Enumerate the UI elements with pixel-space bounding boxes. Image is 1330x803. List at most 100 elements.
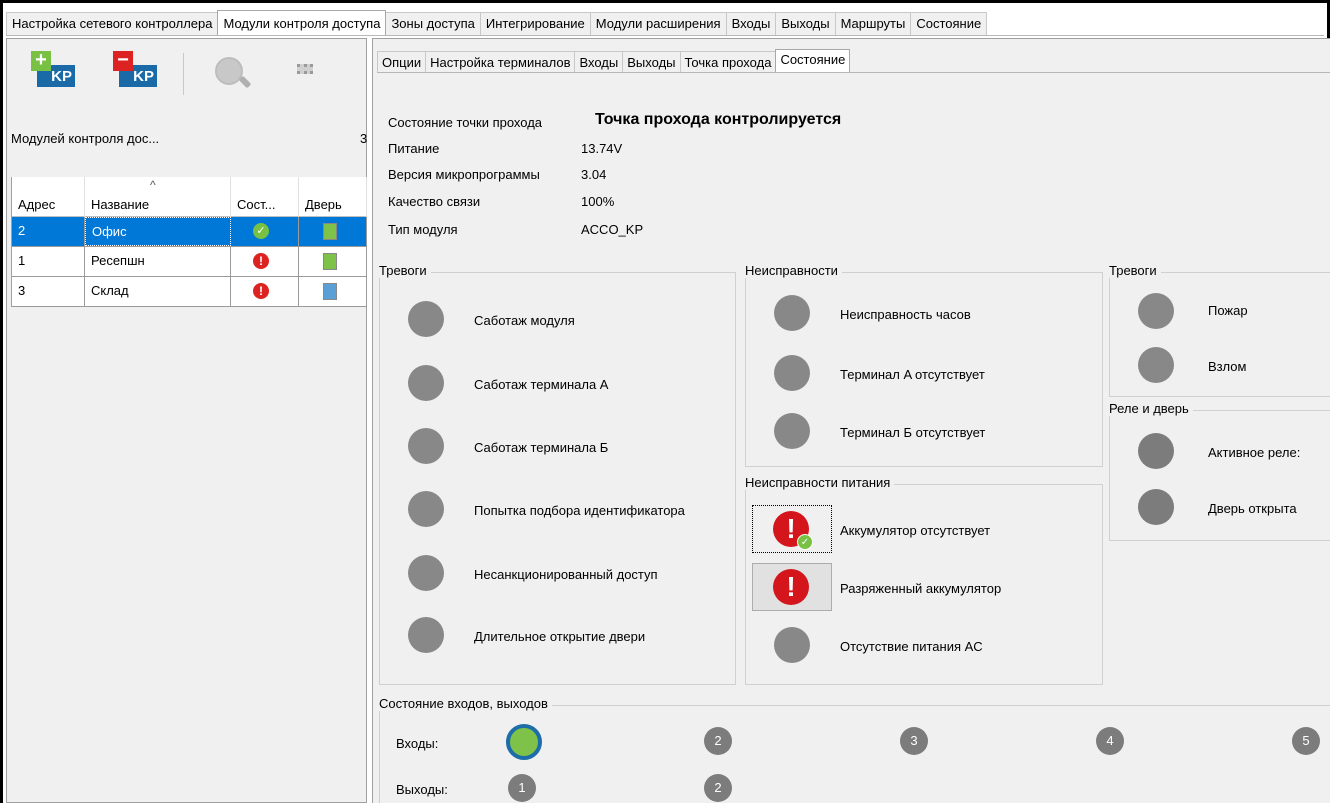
tab-routes[interactable]: Маршруты [834, 12, 912, 36]
magnifier-handle [238, 75, 252, 89]
column-status[interactable]: Сост... [231, 177, 299, 217]
tab-detail-inputs[interactable]: Входы [574, 51, 624, 73]
table-row[interactable]: 1 Ресепшн ! [12, 247, 367, 277]
tab-inputs[interactable]: Входы [725, 12, 777, 36]
tab-access-zones[interactable]: Зоны доступа [385, 12, 481, 36]
cell-name: Склад [85, 277, 231, 306]
modules-panel: KP + KP − Модулей контроля дос... 3 Адре… [6, 38, 367, 803]
tab-detail-state[interactable]: Состояние [775, 49, 851, 73]
tab-network-controller[interactable]: Настройка сетевого контроллера [6, 12, 219, 36]
input-indicator [506, 724, 542, 760]
input-indicator: 4 [1096, 727, 1124, 755]
indicator-icon [408, 617, 444, 653]
cell-door [299, 217, 367, 246]
door-open-icon [323, 283, 337, 300]
alarms-title: Тревоги [379, 263, 431, 278]
io-title: Состояние входов, выходов [379, 696, 552, 711]
indicator-icon [408, 365, 444, 401]
fault-label: Терминал Б отсутствует [840, 425, 986, 440]
column-door[interactable]: Дверь [299, 177, 367, 217]
io-group: Состояние входов, выходов Входы: 2 3 4 5… [379, 696, 1330, 803]
cell-status: ! [231, 247, 299, 276]
column-name[interactable]: ^ Название [85, 177, 231, 217]
table-row[interactable]: 3 Склад ! [12, 277, 367, 307]
power-faults-title: Неисправности питания [745, 475, 895, 490]
battery-missing-button[interactable]: ! ✓ [752, 505, 832, 553]
fault-label: Неисправность часов [840, 307, 971, 322]
cell-address: 2 [12, 217, 85, 246]
chip-icon[interactable] [297, 64, 313, 74]
cell-address: 3 [12, 277, 85, 306]
cell-name: Офис [85, 217, 231, 246]
detail-tabs: Опции Настройка терминалов Входы Выходы … [377, 49, 851, 73]
sort-up-icon: ^ [150, 178, 156, 192]
tab-access-point[interactable]: Точка прохода [679, 51, 777, 73]
relay-title: Реле и дверь [1109, 401, 1193, 416]
faults-title: Неисправности [745, 263, 842, 278]
alarm-label: Попытка подбора идентификатора [474, 503, 685, 518]
tab-terminal-settings[interactable]: Настройка терминалов [425, 51, 576, 73]
input-indicator: 2 [704, 727, 732, 755]
alarms2-title: Тревоги [1109, 263, 1161, 278]
alarm2-label: Взлом [1208, 359, 1247, 374]
alarms-group: Тревоги Саботаж модуля Саботаж терминала… [379, 263, 736, 685]
status-error-icon: ! [253, 283, 269, 299]
indicator-icon [1138, 489, 1174, 525]
indicator-icon [774, 355, 810, 391]
power-label: Питание [388, 141, 440, 156]
state-label: Состояние точки прохода [388, 115, 543, 130]
indicator-icon [1138, 293, 1174, 329]
inputs-label: Входы: [396, 736, 439, 751]
tab-outputs[interactable]: Выходы [775, 12, 836, 36]
minus-icon: − [113, 50, 133, 71]
input-indicator: 3 [900, 727, 928, 755]
cell-status: ! [231, 277, 299, 306]
indicator-icon [774, 627, 810, 663]
add-module-button[interactable]: KP + [29, 49, 77, 93]
table-header: Адрес ^ Название Сост... Дверь [12, 177, 367, 217]
alarms2-group: Тревоги Пожар Взлом [1109, 263, 1330, 397]
faults-group: Неисправности Неисправность часов Термин… [745, 263, 1103, 467]
tab-integration[interactable]: Интегрирование [479, 12, 591, 36]
input-indicator: 5 [1292, 727, 1320, 755]
alarm-label: Несанкционированный доступ [474, 567, 658, 582]
status-ok-icon: ✓ [253, 223, 269, 239]
search-button[interactable] [215, 57, 252, 91]
alarm-label: Саботаж терминала A [474, 377, 609, 392]
alarm-label: Саботаж модуля [474, 313, 575, 328]
output-indicator: 2 [704, 774, 732, 802]
indicator-icon [1138, 347, 1174, 383]
tab-options[interactable]: Опции [377, 51, 427, 73]
sub-tab-divider [377, 72, 1330, 73]
outputs-label: Выходы: [396, 782, 448, 797]
cell-status: ✓ [231, 217, 299, 246]
window-frame-left [0, 0, 3, 803]
indicator-icon [774, 295, 810, 331]
cell-name: Ресепшн [85, 247, 231, 276]
alarm-label: Саботаж терминала Б [474, 440, 609, 455]
column-address[interactable]: Адрес [12, 177, 85, 217]
plus-icon: + [31, 50, 51, 71]
output-indicator: 1 [508, 774, 536, 802]
tab-divider [6, 35, 1324, 36]
tab-state[interactable]: Состояние [910, 12, 988, 36]
tab-access-modules[interactable]: Модули контроля доступа [217, 10, 387, 35]
detail-panel: Опции Настройка терминалов Входы Выходы … [372, 38, 1330, 803]
tab-detail-outputs[interactable]: Выходы [622, 51, 681, 73]
battery-low-button[interactable]: ! [752, 563, 832, 611]
remove-module-button[interactable]: KP − [111, 49, 159, 93]
power-value: 13.74V [581, 141, 623, 156]
relay-label: Активное реле: [1208, 445, 1301, 460]
acknowledged-icon: ✓ [797, 534, 813, 550]
toolbar: KP + KP − [7, 39, 366, 99]
window-frame-top [0, 0, 1330, 3]
firmware-label: Версия микропрограммы [388, 167, 540, 182]
modules-table: Адрес ^ Название Сост... Дверь 2 Офис ✓ 1… [11, 177, 367, 307]
alarm2-label: Пожар [1208, 303, 1248, 318]
table-row[interactable]: 2 Офис ✓ [12, 217, 367, 247]
door-closed-icon [323, 223, 337, 240]
tab-expansion-modules[interactable]: Модули расширения [589, 12, 727, 36]
indicator-icon [408, 491, 444, 527]
column-name-label: Название [91, 197, 150, 212]
main-tabs: Настройка сетевого контроллера Модули ко… [6, 10, 988, 36]
